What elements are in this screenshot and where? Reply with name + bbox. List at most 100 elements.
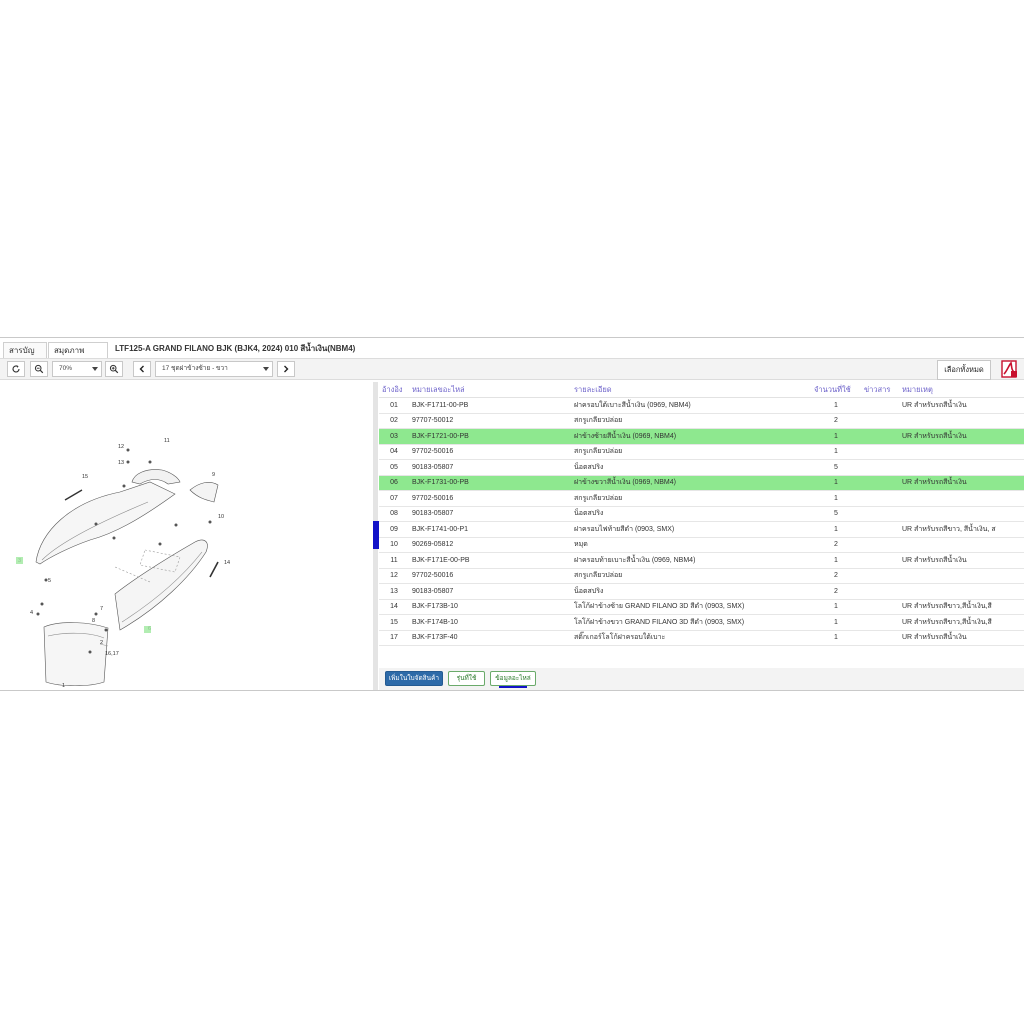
row-description: ฝาครอบท้ายเบาะสีน้ำเงิน (0969, NBM4) [571, 552, 811, 569]
row-part-number: BJK-F173F-40 [409, 630, 571, 646]
row-ref: 02 [379, 413, 409, 429]
parts-info-button[interactable]: ข้อมูลอะไหล่ [490, 671, 536, 688]
row-part-number: 97702-50016 [409, 444, 571, 460]
col-note[interactable]: หมายเหตุ [899, 382, 1024, 398]
select-all-button[interactable]: เลือกทั้งหมด [937, 360, 991, 380]
table-row[interactable]: 02 97707-50012 สกรูเกลียวปล่อย 2 [379, 413, 1024, 429]
table-row[interactable]: 14 BJK-F173B-10 โลโก้ฝาข้างซ้าย GRAND FILA… [379, 599, 1024, 615]
row-ref: 09 [379, 521, 409, 538]
zoom-select[interactable]: 70% [52, 361, 102, 377]
row-description: น็อตสปริง [571, 459, 811, 476]
used-in-models-button[interactable]: รุ่นที่ใช้ [448, 671, 485, 686]
row-description: ฝาครอบไฟท้ายสีดำ (0903, SMX) [571, 521, 811, 538]
row-ref: 17 [379, 630, 409, 646]
table-row[interactable]: 07 97702-50016 สกรูเกลียวปล่อย 1 [379, 490, 1024, 507]
row-part-number: 90269-05812 [409, 537, 571, 553]
row-ref: 14 [379, 599, 409, 615]
row-news [861, 630, 899, 646]
row-part-number: 97707-50012 [409, 413, 571, 429]
row-note: UR สำหรับรถสีน้ำเงิน [899, 552, 1024, 569]
table-header-row: อ้างอิง หมายเลขอะไหล่ รายละเอียด จำนวนที… [379, 382, 1024, 398]
exploded-parts-diagram[interactable]: 12 11 13 15 9 10 6 14 3 2 4 5 7 8 16,17 … [0, 382, 373, 690]
parts-info-label: ข้อมูลอะไหล่ [495, 675, 531, 682]
row-description: ฝาครอบใต้เบาะสีน้ำเงิน (0969, NBM4) [571, 397, 811, 414]
col-news[interactable]: ข่าวสาร [861, 382, 899, 398]
refresh-icon [12, 365, 20, 373]
row-note [899, 490, 1024, 507]
row-description: หมุด [571, 537, 811, 553]
table-row[interactable]: 09 BJK-F1741-00-P1 ฝาครอบไฟท้ายสีดำ (0903,… [379, 521, 1024, 538]
row-quantity: 2 [811, 568, 861, 584]
active-underline [499, 686, 527, 688]
row-description: โลโก้ฝาข้างซ้าย GRAND FILANO 3D สีดำ (09… [571, 599, 811, 615]
col-part-number[interactable]: หมายเลขอะไหล่ [409, 382, 571, 398]
row-note: UR สำหรับรถสีน้ำเงิน [899, 397, 1024, 414]
row-note: UR สำหรับรถสีน้ำเงิน [899, 428, 1024, 445]
row-part-number: BJK-F173B-10 [409, 599, 571, 615]
table-row[interactable]: 01 BJK-F1711-00-PB ฝาครอบใต้เบาะสีน้ำเงิน … [379, 397, 1024, 414]
row-news [861, 568, 899, 584]
row-quantity: 1 [811, 475, 861, 491]
row-note: UR สำหรับรถสีน้ำเงิน [899, 630, 1024, 646]
row-news [861, 537, 899, 553]
section-select[interactable]: 17 ชุดฝาข้างซ้าย - ขวา [155, 361, 273, 377]
row-part-number: BJK-F1731-00-PB [409, 475, 571, 491]
highlight-marker-3[interactable] [16, 557, 23, 564]
table-row[interactable]: 11 BJK-F171E-00-PB ฝาครอบท้ายเบาะสีน้ำเงิน… [379, 552, 1024, 569]
col-ref[interactable]: อ้างอิง [379, 382, 409, 398]
pdf-icon [1001, 360, 1017, 378]
parts-table: อ้างอิง หมายเลขอะไหล่ รายละเอียด จำนวนที… [379, 382, 1024, 672]
prev-section-button[interactable] [133, 361, 151, 377]
refresh-button[interactable] [7, 361, 25, 377]
zoom-in-button[interactable] [105, 361, 123, 377]
row-part-number: 97702-50016 [409, 490, 571, 507]
row-ref: 12 [379, 568, 409, 584]
callout-16-17: 16,17 [105, 651, 119, 657]
scooter-cover-drawing: 12 11 13 15 9 10 6 14 3 2 4 5 7 8 16,17 … [16, 438, 230, 689]
col-quantity[interactable]: จำนวนที่ใช้ [811, 382, 861, 398]
row-part-number: BJK-F174B-10 [409, 614, 571, 631]
col-description[interactable]: รายละเอียด [571, 382, 811, 398]
table-row[interactable]: 08 90183-05807 น็อตสปริง 5 [379, 506, 1024, 522]
row-news [861, 599, 899, 615]
row-description: สกรูเกลียวปล่อย [571, 413, 811, 429]
next-section-button[interactable] [277, 361, 295, 377]
table-row[interactable]: 15 BJK-F174B-10 โลโก้ฝาข้างขวา GRAND FILAN… [379, 614, 1024, 631]
table-row[interactable]: 12 97702-50016 สกรูเกลียวปล่อย 2 [379, 568, 1024, 584]
row-news [861, 428, 899, 445]
add-to-order-button[interactable]: เพิ่มในใบจัดสินค้า [385, 671, 443, 686]
row-part-number: BJK-F1721-00-PB [409, 428, 571, 445]
splitter-handle[interactable] [373, 521, 379, 549]
row-ref: 01 [379, 397, 409, 414]
table-row[interactable]: 03 BJK-F1721-00-PB ฝาข้างซ้ายสีน้ำเงิน (09… [379, 428, 1024, 445]
row-description: น็อตสปริง [571, 506, 811, 522]
table-row[interactable]: 05 90183-05807 น็อตสปริง 5 [379, 459, 1024, 476]
toolbar: 70% 17 ชุดฝาข้างซ้าย - ขวา [0, 358, 1024, 380]
row-quantity: 1 [811, 521, 861, 538]
row-news [861, 413, 899, 429]
zoom-in-icon [109, 364, 119, 374]
highlight-marker-6[interactable] [144, 626, 151, 633]
table-row[interactable]: 13 90183-05807 น็อตสปริง 2 [379, 583, 1024, 600]
zoom-out-icon [34, 364, 44, 374]
row-quantity: 1 [811, 552, 861, 569]
tab-contents[interactable]: สารบัญชื่อ [3, 342, 47, 371]
table-row[interactable]: 17 BJK-F173F-40 สติ๊กเกอร์โลโก้ฝาครอบใต้เบ… [379, 630, 1024, 646]
table-row[interactable]: 06 BJK-F1731-00-PB ฝาข้างขวาสีน้ำเงิน (096… [379, 475, 1024, 491]
callout-11: 11 [164, 438, 170, 444]
row-quantity: 1 [811, 444, 861, 460]
row-ref: 03 [379, 428, 409, 445]
row-news [861, 397, 899, 414]
row-news [861, 444, 899, 460]
tab-parts-book[interactable]: สมุดภาพอะไหล่ [48, 342, 108, 371]
next-icon [284, 365, 289, 373]
row-part-number: 90183-05807 [409, 506, 571, 522]
pdf-export-button[interactable] [999, 359, 1019, 379]
zoom-out-button[interactable] [30, 361, 48, 377]
table-row[interactable]: 04 97702-50016 สกรูเกลียวปล่อย 1 [379, 444, 1024, 460]
footer-bar: เพิ่มในใบจัดสินค้า รุ่นที่ใช้ ข้อมูลอะไห… [379, 668, 1024, 690]
row-note: UR สำหรับรถสีขาว, สีน้ำเงิน, ส [899, 521, 1024, 538]
table-row[interactable]: 10 90269-05812 หมุด 2 [379, 537, 1024, 553]
row-description: ฝาข้างขวาสีน้ำเงิน (0969, NBM4) [571, 475, 811, 491]
callout-2: 2 [100, 640, 103, 646]
